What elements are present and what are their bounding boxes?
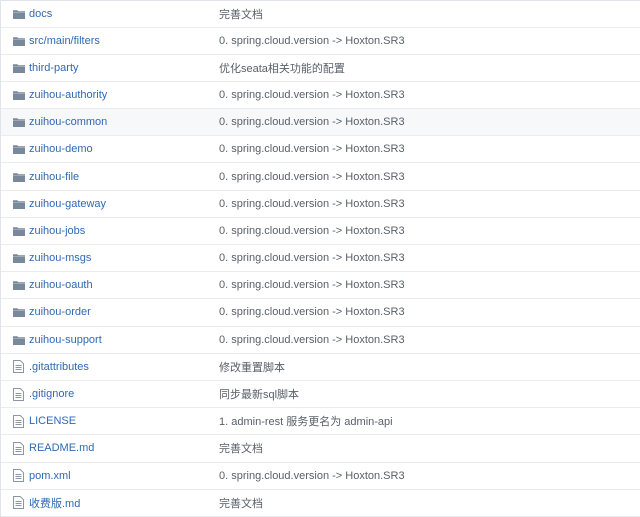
file-name-link[interactable]: docs (29, 8, 219, 20)
file-row-zuihou-support[interactable]: zuihou-support 0. spring.cloud.version -… (1, 327, 640, 354)
file-icon (13, 496, 27, 510)
commit-message[interactable]: 0. spring.cloud.version -> Hoxton.SR3 (219, 143, 405, 155)
commit-message[interactable]: 优化seata相关功能的配置 (219, 60, 345, 76)
commit-message[interactable]: 完善文档 (219, 6, 263, 22)
file-name-link[interactable]: zuihou-common (29, 116, 219, 128)
file-row-readme-md[interactable]: README.md 完善文档 (1, 435, 640, 463)
commit-message[interactable]: 0. spring.cloud.version -> Hoxton.SR3 (219, 306, 405, 318)
file-name-link[interactable]: zuihou-jobs (29, 225, 219, 237)
file-name-link[interactable]: zuihou-order (29, 306, 219, 318)
file-name-link[interactable]: zuihou-oauth (29, 279, 219, 291)
file-name-link[interactable]: zuihou-gateway (29, 198, 219, 210)
commit-message[interactable]: 0. spring.cloud.version -> Hoxton.SR3 (219, 279, 405, 291)
file-row-src-main-filters[interactable]: src/main/filters 0. spring.cloud.version… (1, 28, 640, 55)
file-name-link[interactable]: README.md (29, 442, 219, 454)
file-row-license[interactable]: LICENSE 1. admin-rest 服务更名为 admin-api (1, 408, 640, 436)
folder-icon (13, 90, 27, 100)
commit-message[interactable]: 修改重置脚本 (219, 359, 285, 375)
commit-message[interactable]: 0. spring.cloud.version -> Hoxton.SR3 (219, 470, 405, 482)
folder-icon (13, 9, 27, 19)
folder-icon (13, 253, 27, 264)
folder-icon (13, 117, 27, 128)
folder-icon (13, 199, 27, 209)
file-name-link[interactable]: third-party (29, 62, 219, 74)
folder-icon (13, 226, 27, 236)
file-row-third-party[interactable]: third-party 优化seata相关功能的配置 (1, 55, 640, 82)
file-name-link[interactable]: zuihou-file (29, 171, 219, 183)
commit-message[interactable]: 0. spring.cloud.version -> Hoxton.SR3 (219, 198, 405, 210)
file-icon (13, 441, 27, 455)
file-name-link[interactable]: src/main/filters (29, 35, 219, 47)
commit-message[interactable]: 0. spring.cloud.version -> Hoxton.SR3 (219, 116, 405, 128)
commit-message[interactable]: 同步最新sql脚本 (219, 386, 299, 402)
file-name-link[interactable]: zuihou-support (29, 334, 219, 346)
file-row-md[interactable]: 收费版.md 完善文档 (1, 490, 640, 517)
file-name-link[interactable]: .gitignore (29, 388, 219, 400)
file-name-link[interactable]: 收费版.md (29, 495, 219, 511)
folder-icon (13, 36, 27, 46)
file-name-link[interactable]: LICENSE (29, 415, 219, 427)
folder-icon (13, 63, 27, 73)
file-name-link[interactable]: zuihou-authority (29, 89, 219, 101)
commit-message[interactable]: 0. spring.cloud.version -> Hoxton.SR3 (219, 171, 405, 183)
commit-message[interactable]: 1. admin-rest 服务更名为 admin-api (219, 413, 393, 429)
file-list: docs 完善文档 src/main/filters 0. spring.clo… (0, 0, 640, 517)
commit-message[interactable]: 0. spring.cloud.version -> Hoxton.SR3 (219, 334, 405, 346)
file-icon (13, 387, 27, 401)
file-row-pom-xml[interactable]: pom.xml 0. spring.cloud.version -> Hoxto… (1, 463, 640, 490)
file-row-zuihou-authority[interactable]: zuihou-authority 0. spring.cloud.version… (1, 82, 640, 110)
commit-message[interactable]: 0. spring.cloud.version -> Hoxton.SR3 (219, 35, 405, 47)
file-name-link[interactable]: pom.xml (29, 470, 219, 482)
folder-icon (13, 144, 27, 155)
commit-message[interactable]: 完善文档 (219, 495, 263, 511)
file-icon (13, 469, 27, 483)
file-row-zuihou-msgs[interactable]: zuihou-msgs 0. spring.cloud.version -> H… (1, 245, 640, 273)
file-row-gitignore[interactable]: .gitignore 同步最新sql脚本 (1, 381, 640, 409)
file-name-link[interactable]: zuihou-demo (29, 143, 219, 155)
file-name-link[interactable]: zuihou-msgs (29, 252, 219, 264)
folder-icon (13, 335, 27, 345)
commit-message[interactable]: 0. spring.cloud.version -> Hoxton.SR3 (219, 252, 405, 264)
file-row-zuihou-demo[interactable]: zuihou-demo 0. spring.cloud.version -> H… (1, 136, 640, 164)
folder-icon (13, 280, 27, 291)
folder-icon (13, 172, 27, 182)
file-row-zuihou-order[interactable]: zuihou-order 0. spring.cloud.version -> … (1, 299, 640, 327)
file-icon (13, 414, 27, 428)
commit-message[interactable]: 0. spring.cloud.version -> Hoxton.SR3 (219, 89, 405, 101)
commit-message[interactable]: 完善文档 (219, 440, 263, 456)
commit-message[interactable]: 0. spring.cloud.version -> Hoxton.SR3 (219, 225, 405, 237)
file-row-zuihou-jobs[interactable]: zuihou-jobs 0. spring.cloud.version -> H… (1, 218, 640, 245)
file-row-zuihou-oauth[interactable]: zuihou-oauth 0. spring.cloud.version -> … (1, 272, 640, 300)
file-name-link[interactable]: .gitattributes (29, 361, 219, 373)
file-row-zuihou-common[interactable]: zuihou-common 0. spring.cloud.version ->… (1, 109, 640, 137)
file-row-zuihou-gateway[interactable]: zuihou-gateway 0. spring.cloud.version -… (1, 191, 640, 218)
folder-icon (13, 307, 27, 318)
file-row-zuihou-file[interactable]: zuihou-file 0. spring.cloud.version -> H… (1, 163, 640, 191)
file-row-docs[interactable]: docs 完善文档 (1, 1, 640, 28)
file-row-gitattributes[interactable]: .gitattributes 修改重置脚本 (1, 354, 640, 381)
file-icon (13, 360, 27, 374)
